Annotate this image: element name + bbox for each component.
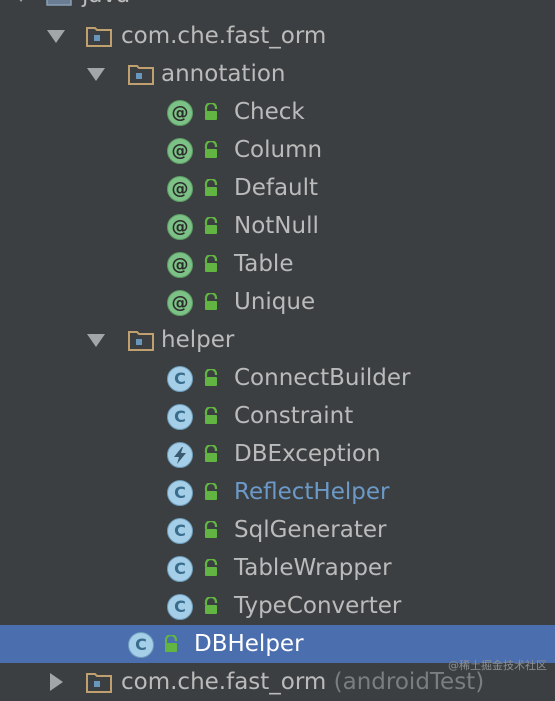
expand-arrow-icon[interactable] — [12, 0, 30, 2]
expand-arrow-icon[interactable] — [87, 334, 105, 347]
package-folder-icon — [128, 329, 154, 351]
tree-node-label: DBException — [234, 441, 381, 467]
lock-icon — [203, 597, 219, 615]
annotation-icon: @ — [167, 176, 193, 202]
lock-icon — [203, 559, 219, 577]
tree-node-label: ConnectBuilder — [234, 365, 411, 391]
expand-arrow-icon[interactable] — [47, 30, 65, 43]
lock-icon — [203, 141, 219, 159]
annotation-icon: @ — [167, 138, 193, 164]
annotation-icon: @ — [167, 290, 193, 316]
lock-icon — [203, 103, 219, 121]
collapse-arrow-icon[interactable] — [50, 673, 63, 691]
tree-node-label: com.che.fast_orm (androidTest) — [121, 666, 484, 698]
tree-node-java[interactable]: java — [0, 0, 555, 14]
annotation-icon: @ — [167, 100, 193, 126]
exception-class-icon — [167, 442, 193, 468]
class-icon: C — [167, 404, 193, 430]
lock-icon — [203, 369, 219, 387]
tree-node-label: helper — [161, 327, 235, 353]
class-icon: C — [167, 518, 193, 544]
lock-icon — [203, 407, 219, 425]
tree-node-unique[interactable]: @ Unique — [0, 283, 555, 321]
class-icon: C — [167, 556, 193, 582]
tree-node-notnull[interactable]: @ NotNull — [0, 207, 555, 245]
tree-node-typeconverter[interactable]: C TypeConverter — [0, 587, 555, 625]
lock-icon — [203, 483, 219, 501]
tree-node-label-modified: ReflectHelper — [234, 479, 390, 505]
annotation-icon: @ — [167, 252, 193, 278]
tree-node-label: Default — [234, 175, 319, 201]
tree-node-connectbuilder[interactable]: C ConnectBuilder — [0, 359, 555, 397]
tree-node-dbexception[interactable]: DBException — [0, 435, 555, 473]
tree-node-label: DBHelper — [194, 631, 304, 657]
tree-node-sqlgenerater[interactable]: C SqlGenerater — [0, 511, 555, 549]
tree-node-table[interactable]: @ Table — [0, 245, 555, 283]
lock-icon — [203, 293, 219, 311]
tree-node-label: NotNull — [234, 213, 319, 239]
tree-node-package-annotation[interactable]: annotation — [0, 55, 555, 93]
tree-node-default[interactable]: @ Default — [0, 169, 555, 207]
class-icon: C — [167, 594, 193, 620]
tree-node-label: TableWrapper — [234, 555, 392, 581]
tree-node-label: java — [82, 0, 130, 11]
tree-node-label: Unique — [234, 289, 316, 315]
lock-icon — [203, 445, 219, 463]
lock-icon — [163, 635, 179, 653]
source-folder-icon — [46, 0, 72, 6]
tree-node-label: Column — [234, 137, 323, 163]
project-tree: java com.che.fast_orm annotation @ Check… — [0, 0, 555, 695]
tree-node-label: com.che.fast_orm — [121, 23, 327, 49]
lock-icon — [203, 521, 219, 539]
tree-node-check[interactable]: @ Check — [0, 93, 555, 131]
class-icon: C — [128, 632, 154, 658]
annotation-icon: @ — [167, 214, 193, 240]
tree-node-label: Constraint — [234, 403, 354, 429]
tree-node-label: TypeConverter — [234, 593, 402, 619]
package-name: com.che.fast_orm — [121, 669, 327, 695]
expand-arrow-icon[interactable] — [87, 68, 105, 81]
tree-node-column[interactable]: @ Column — [0, 131, 555, 169]
package-folder-icon — [86, 671, 112, 693]
tree-node-tablewrapper[interactable]: C TableWrapper — [0, 549, 555, 587]
lock-icon — [203, 179, 219, 197]
tree-node-label: annotation — [161, 61, 286, 87]
tree-node-constraint[interactable]: C Constraint — [0, 397, 555, 435]
class-icon: C — [167, 480, 193, 506]
class-icon: C — [167, 366, 193, 392]
package-folder-icon — [86, 25, 112, 47]
lock-icon — [203, 217, 219, 235]
tree-node-label: Table — [234, 251, 294, 277]
tree-node-package-main[interactable]: com.che.fast_orm — [0, 17, 555, 55]
lock-icon — [203, 255, 219, 273]
package-folder-icon — [128, 63, 154, 85]
tree-node-label: SqlGenerater — [234, 517, 387, 543]
watermark: @稀土掘金技术社区 — [448, 659, 547, 672]
tree-node-package-helper[interactable]: helper — [0, 321, 555, 359]
tree-node-label: Check — [234, 99, 305, 125]
tree-node-reflecthelper[interactable]: C ReflectHelper — [0, 473, 555, 511]
